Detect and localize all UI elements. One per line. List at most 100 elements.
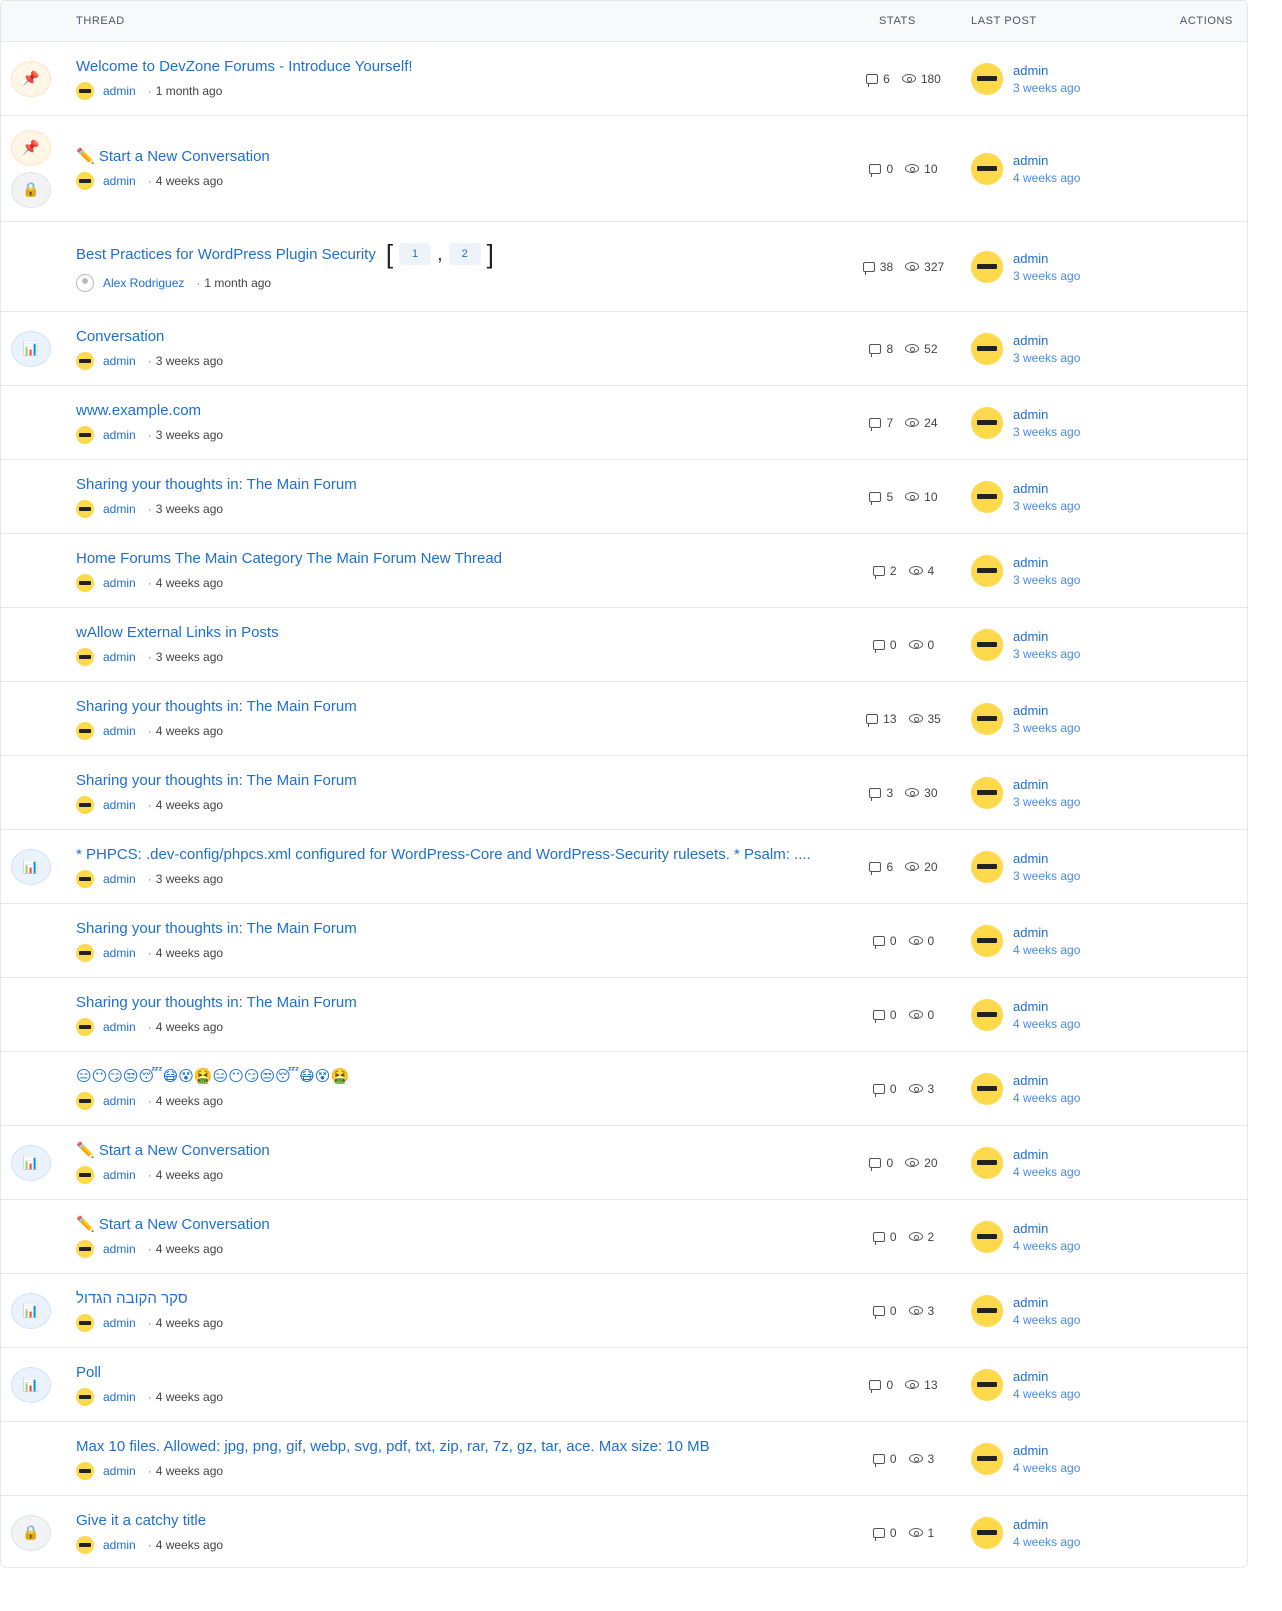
thread-title-link[interactable]: Home Forums The Main Category The Main F…: [76, 550, 502, 567]
table-row[interactable]: 📌 🔒 ✏️ Start a New Conversation admin · 4…: [1, 116, 1247, 222]
last-post-avatar[interactable]: [971, 1294, 1003, 1327]
last-post-time-link[interactable]: 3 weeks ago: [1013, 573, 1080, 587]
last-post-author-link[interactable]: admin: [1013, 851, 1080, 866]
author-link[interactable]: admin: [103, 946, 136, 960]
last-post-avatar[interactable]: [971, 628, 1003, 661]
author-link[interactable]: admin: [103, 1020, 136, 1034]
last-post-avatar[interactable]: [971, 1516, 1003, 1549]
last-post-time-link[interactable]: 3 weeks ago: [1013, 721, 1080, 735]
thread-title-link[interactable]: ✏️ Start a New Conversation: [76, 147, 270, 165]
author-link[interactable]: admin: [103, 650, 136, 664]
last-post-author-link[interactable]: admin: [1013, 1517, 1080, 1532]
last-post-time-link[interactable]: 3 weeks ago: [1013, 499, 1080, 513]
last-post-author-link[interactable]: admin: [1013, 629, 1080, 644]
avatar[interactable]: [76, 1092, 94, 1110]
thread-title-link[interactable]: Sharing your thoughts in: The Main Forum: [76, 994, 357, 1011]
last-post-author-link[interactable]: admin: [1013, 481, 1080, 496]
last-post-time-link[interactable]: 4 weeks ago: [1013, 1239, 1080, 1253]
last-post-author-link[interactable]: admin: [1013, 63, 1080, 78]
thread-title-link[interactable]: 😑😶😏😒😴😷😵🤮😑😶😏😒😴😷😵🤮: [76, 1067, 349, 1085]
last-post-time-link[interactable]: 4 weeks ago: [1013, 943, 1080, 957]
thread-title-link[interactable]: Sharing your thoughts in: The Main Forum: [76, 698, 357, 715]
last-post-time-link[interactable]: 4 weeks ago: [1013, 1091, 1080, 1105]
thread-title-link[interactable]: ✏️ Start a New Conversation: [76, 1215, 270, 1233]
last-post-author-link[interactable]: admin: [1013, 777, 1080, 792]
author-link[interactable]: Alex Rodriguez: [103, 276, 184, 290]
page-link-1[interactable]: 1: [399, 243, 432, 265]
avatar[interactable]: [76, 1240, 94, 1258]
table-row[interactable]: Sharing your thoughts in: The Main Forum…: [1, 460, 1247, 534]
thread-title-link[interactable]: www.example.com: [76, 402, 201, 419]
table-row[interactable]: 📊 Poll admin · 4 weeks ago 0 13 admin 4 …: [1, 1348, 1247, 1422]
author-link[interactable]: admin: [103, 1390, 136, 1404]
last-post-author-link[interactable]: admin: [1013, 925, 1080, 940]
last-post-time-link[interactable]: 3 weeks ago: [1013, 647, 1080, 661]
last-post-time-link[interactable]: 4 weeks ago: [1013, 171, 1080, 185]
thread-title-link[interactable]: Best Practices for WordPress Plugin Secu…: [76, 246, 376, 263]
last-post-time-link[interactable]: 4 weeks ago: [1013, 1165, 1080, 1179]
last-post-avatar[interactable]: [971, 406, 1003, 439]
avatar[interactable]: [76, 1535, 94, 1554]
avatar[interactable]: [76, 425, 94, 444]
table-row[interactable]: 📊 Conversation admin · 3 weeks ago 8 52: [1, 312, 1247, 386]
last-post-avatar[interactable]: [971, 62, 1003, 95]
last-post-avatar[interactable]: [971, 1220, 1003, 1253]
last-post-avatar[interactable]: [971, 1442, 1003, 1475]
table-row[interactable]: www.example.com admin · 3 weeks ago 7 24: [1, 386, 1247, 460]
author-link[interactable]: admin: [103, 174, 136, 188]
last-post-time-link[interactable]: 4 weeks ago: [1013, 1535, 1080, 1549]
author-link[interactable]: admin: [103, 84, 136, 98]
author-link[interactable]: admin: [103, 1242, 136, 1256]
avatar[interactable]: [76, 499, 94, 518]
author-link[interactable]: admin: [103, 724, 136, 738]
last-post-avatar[interactable]: [971, 702, 1003, 735]
avatar[interactable]: [76, 795, 94, 814]
avatar[interactable]: [76, 1166, 94, 1184]
table-row[interactable]: Sharing your thoughts in: The Main Forum…: [1, 682, 1247, 756]
last-post-author-link[interactable]: admin: [1013, 153, 1080, 168]
author-link[interactable]: admin: [103, 502, 136, 516]
last-post-author-link[interactable]: admin: [1013, 1443, 1080, 1458]
avatar[interactable]: [76, 647, 94, 666]
author-link[interactable]: admin: [103, 354, 136, 368]
table-row[interactable]: 📊 ✏️ Start a New Conversation admin · 4 …: [1, 1126, 1247, 1200]
avatar[interactable]: [76, 573, 94, 592]
avatar[interactable]: [76, 1461, 94, 1480]
last-post-time-link[interactable]: 4 weeks ago: [1013, 1313, 1080, 1327]
last-post-avatar[interactable]: [971, 332, 1003, 365]
last-post-author-link[interactable]: admin: [1013, 1221, 1080, 1236]
avatar[interactable]: [76, 1017, 94, 1036]
last-post-author-link[interactable]: admin: [1013, 251, 1080, 266]
last-post-avatar[interactable]: [971, 554, 1003, 587]
last-post-avatar[interactable]: [971, 1146, 1003, 1179]
thread-title-link[interactable]: Sharing your thoughts in: The Main Forum: [76, 772, 357, 789]
thread-title-link[interactable]: Give it a catchy title: [76, 1512, 206, 1529]
table-row[interactable]: Max 10 files. Allowed: jpg, png, gif, we…: [1, 1422, 1247, 1496]
author-link[interactable]: admin: [103, 1538, 136, 1552]
thread-title-link[interactable]: ✏️ Start a New Conversation: [76, 1141, 270, 1159]
table-row[interactable]: 📊 * PHPCS: .dev-config/phpcs.xml configu…: [1, 830, 1247, 904]
table-row[interactable]: 📊 סקר הקובה הגדול admin · 4 weeks ago 0 …: [1, 1274, 1247, 1348]
table-row[interactable]: 📌 Welcome to DevZone Forums - Introduce …: [1, 42, 1247, 116]
last-post-author-link[interactable]: admin: [1013, 1369, 1080, 1384]
avatar[interactable]: [76, 869, 94, 888]
last-post-time-link[interactable]: 3 weeks ago: [1013, 869, 1080, 883]
last-post-time-link[interactable]: 4 weeks ago: [1013, 1017, 1080, 1031]
last-post-avatar[interactable]: [971, 480, 1003, 513]
last-post-avatar[interactable]: [971, 250, 1003, 283]
table-row[interactable]: 🔒 Give it a catchy title admin · 4 weeks…: [1, 1496, 1247, 1567]
avatar[interactable]: [76, 274, 94, 292]
thread-title-link[interactable]: Poll: [76, 1364, 101, 1381]
last-post-time-link[interactable]: 3 weeks ago: [1013, 351, 1080, 365]
last-post-author-link[interactable]: admin: [1013, 555, 1080, 570]
author-link[interactable]: admin: [103, 1316, 136, 1330]
last-post-author-link[interactable]: admin: [1013, 1073, 1080, 1088]
avatar[interactable]: [76, 351, 94, 370]
last-post-author-link[interactable]: admin: [1013, 999, 1080, 1014]
thread-title-link[interactable]: Sharing your thoughts in: The Main Forum: [76, 476, 357, 493]
author-link[interactable]: admin: [103, 428, 136, 442]
avatar[interactable]: [76, 1313, 94, 1332]
last-post-author-link[interactable]: admin: [1013, 1295, 1080, 1310]
thread-title-link[interactable]: wAllow External Links in Posts: [76, 624, 279, 641]
thread-title-link[interactable]: Welcome to DevZone Forums - Introduce Yo…: [76, 58, 413, 75]
